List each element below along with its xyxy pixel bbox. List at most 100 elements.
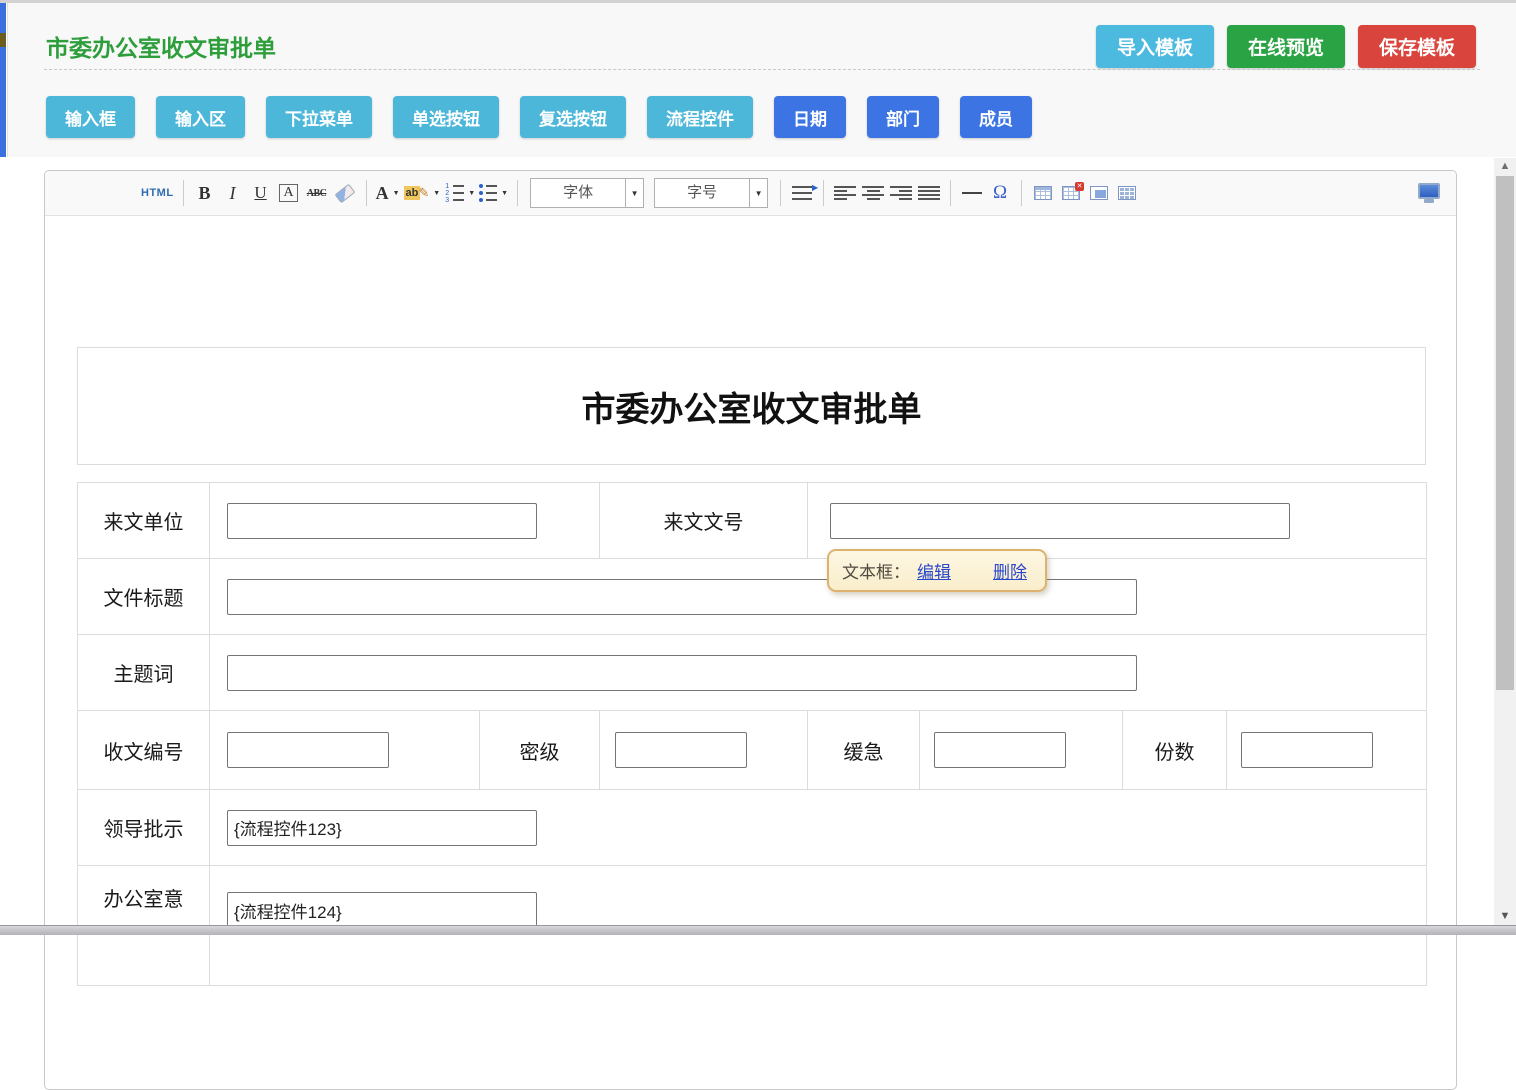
italic-button[interactable]: I: [221, 179, 245, 207]
table-properties-button[interactable]: [1087, 179, 1111, 207]
scrollbar-thumb[interactable]: [1496, 176, 1514, 690]
scroll-down-arrow-icon[interactable]: ▼: [1494, 910, 1516, 922]
editor-panel: HTML B I U A ABC A▼ ab✎▼ ▼ ▼ 字体 ▼ 字号 ▼: [44, 170, 1457, 1090]
horizontal-rule-icon: [962, 192, 982, 194]
table-row: 文件标题: [78, 559, 1427, 635]
font-family-select[interactable]: 字体 ▼: [530, 178, 644, 208]
strikethrough-button[interactable]: ABC: [305, 179, 329, 207]
table-row: 收文编号 密级 缓急 份数: [78, 711, 1427, 790]
table-row: 主题词: [78, 635, 1427, 711]
remove-format-button[interactable]: [333, 179, 357, 207]
unordered-list-icon: [479, 184, 497, 203]
bold-button[interactable]: B: [193, 179, 217, 207]
copies-input[interactable]: [1241, 732, 1373, 768]
field-label-keywords: 主题词: [78, 635, 210, 711]
boxed-a-icon: A: [279, 184, 297, 202]
toolbar-separator: [1021, 180, 1022, 206]
document-number-input[interactable]: [830, 503, 1290, 539]
table-row: 来文单位 来文文号: [78, 483, 1427, 559]
online-preview-button[interactable]: 在线预览: [1227, 25, 1345, 68]
form-title: 市委办公室收文审批单: [582, 382, 922, 431]
page-title: 市委办公室收文审批单: [46, 29, 276, 63]
align-center-button[interactable]: [861, 179, 885, 207]
underline-button[interactable]: U: [249, 179, 273, 207]
table-row: 领导批示: [78, 790, 1427, 866]
widget-button-member[interactable]: 成员: [960, 96, 1032, 138]
unordered-list-button[interactable]: ▼: [479, 179, 508, 207]
font-size-select[interactable]: 字号 ▼: [654, 178, 768, 208]
chevron-down-icon: ▼: [468, 190, 475, 197]
field-label-source-unit: 来文单位: [78, 483, 210, 559]
widget-button-radio[interactable]: 单选按钮: [393, 96, 499, 138]
eraser-icon: [334, 183, 355, 203]
align-center-icon: [862, 186, 884, 200]
edit-link[interactable]: 编辑: [917, 558, 951, 583]
window-top-edge: [0, 0, 1516, 3]
widget-button-date[interactable]: 日期: [774, 96, 846, 138]
delete-table-button[interactable]: [1059, 179, 1083, 207]
save-template-button[interactable]: 保存模板: [1358, 25, 1476, 68]
field-label-document-title: 文件标题: [78, 559, 210, 635]
office-opinion-input[interactable]: [227, 892, 537, 928]
chevron-down-icon: ▼: [625, 179, 643, 207]
align-left-button[interactable]: [833, 179, 857, 207]
vertical-scrollbar[interactable]: ▲ ▼: [1494, 158, 1516, 925]
form-title-box: 市委办公室收文审批单: [77, 347, 1426, 465]
widget-button-dropdown[interactable]: 下拉菜单: [266, 96, 372, 138]
keywords-input[interactable]: [227, 655, 1137, 691]
pencil-icon: ✎: [418, 185, 429, 201]
field-label-copies: 份数: [1123, 711, 1227, 790]
highlight-color-button[interactable]: ab✎▼: [404, 179, 441, 207]
receipt-number-input[interactable]: [227, 732, 389, 768]
align-right-button[interactable]: [889, 179, 913, 207]
dashed-divider: [44, 69, 1480, 70]
ordered-list-button[interactable]: ▼: [444, 179, 475, 207]
insert-table-button[interactable]: [1031, 179, 1055, 207]
field-label-document-number: 来文文号: [600, 483, 808, 559]
textbox-action-tooltip: 文本框： 编辑 删除: [827, 549, 1047, 592]
delete-link[interactable]: 删除: [993, 558, 1027, 583]
background-window-mark: [0, 33, 6, 47]
secrecy-input[interactable]: [615, 732, 747, 768]
format-block-button[interactable]: A: [277, 179, 301, 207]
toolbar-separator: [823, 180, 824, 206]
table-properties-icon: [1090, 186, 1108, 200]
source-unit-input[interactable]: [227, 503, 537, 539]
field-label-urgency: 缓急: [808, 711, 920, 790]
editor-toolbar: HTML B I U A ABC A▼ ab✎▼ ▼ ▼ 字体 ▼ 字号 ▼: [45, 171, 1456, 216]
header-actions: 导入模板 在线预览 保存模板: [1096, 25, 1476, 68]
chevron-down-icon: ▼: [433, 190, 440, 197]
widget-button-input-box[interactable]: 输入框: [46, 96, 135, 138]
toolbar-separator: [366, 180, 367, 206]
widget-button-flow-control[interactable]: 流程控件: [647, 96, 753, 138]
widget-button-row: 输入框 输入区 下拉菜单 单选按钮 复选按钮 流程控件 日期 部门 成员: [46, 96, 1032, 138]
delete-table-icon: [1062, 186, 1080, 200]
scroll-up-arrow-icon[interactable]: ▲: [1494, 160, 1516, 172]
indent-button[interactable]: [790, 179, 814, 207]
align-justify-button[interactable]: [917, 179, 941, 207]
field-label-secrecy: 密级: [480, 711, 600, 790]
leader-comments-input[interactable]: [227, 810, 537, 846]
ordered-list-icon: [444, 184, 464, 203]
background-window-strip: [0, 0, 6, 157]
special-char-button[interactable]: Ω: [988, 179, 1012, 207]
fullscreen-button[interactable]: [1418, 183, 1440, 199]
cell-properties-button[interactable]: [1115, 179, 1139, 207]
chevron-down-icon: ▼: [749, 179, 767, 207]
insert-table-icon: [1034, 186, 1052, 200]
toolbar-separator: [780, 180, 781, 206]
urgency-input[interactable]: [934, 732, 1066, 768]
field-label-leader-comments: 领导批示: [78, 790, 210, 866]
font-size-label: 字号: [655, 179, 749, 207]
widget-button-checkbox[interactable]: 复选按钮: [520, 96, 626, 138]
form-table: 来文单位 来文文号 文件标题 主题词 收文编号 密级 缓急 份数: [77, 482, 1427, 986]
font-family-label: 字体: [531, 179, 625, 207]
source-code-button[interactable]: HTML: [141, 179, 174, 207]
widget-button-input-area[interactable]: 输入区: [156, 96, 245, 138]
toolbar-separator: [950, 180, 951, 206]
horizontal-rule-button[interactable]: [960, 179, 984, 207]
widget-button-department[interactable]: 部门: [867, 96, 939, 138]
import-template-button[interactable]: 导入模板: [1096, 25, 1214, 68]
chevron-down-icon: ▼: [393, 190, 400, 197]
font-color-button[interactable]: A▼: [376, 179, 400, 207]
